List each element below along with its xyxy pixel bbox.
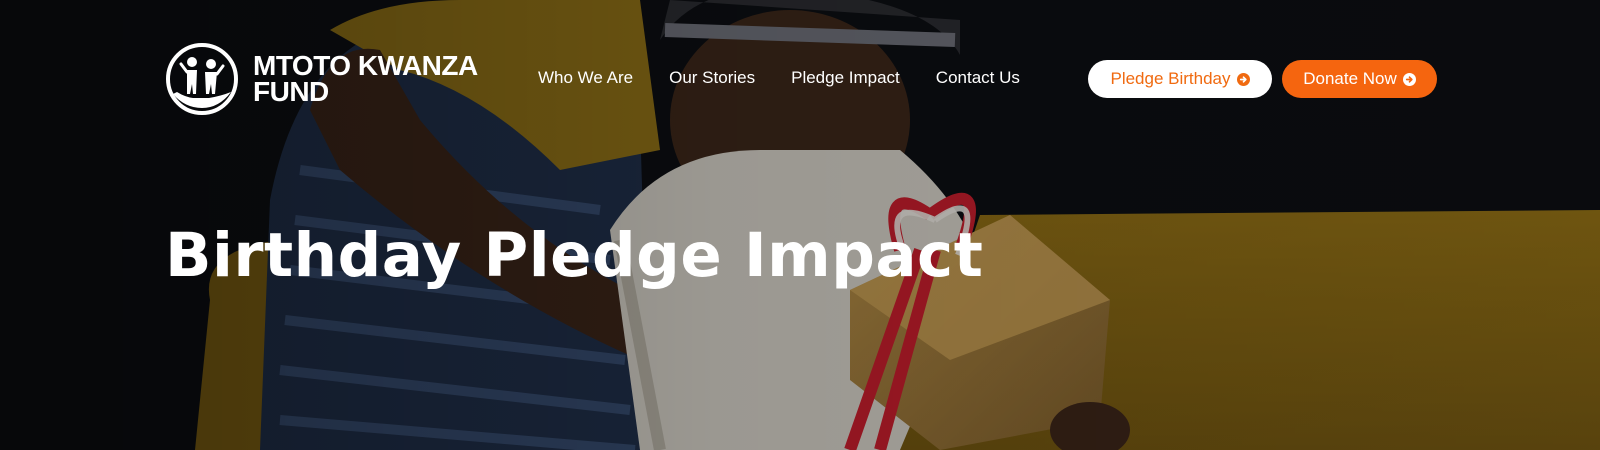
page-title: Birthday Pledge Impact [165, 220, 984, 291]
arrow-right-circle-icon [1402, 72, 1416, 86]
children-in-hand-icon [166, 43, 238, 115]
donate-now-button[interactable]: Donate Now [1282, 60, 1437, 98]
nav-item-our-stories[interactable]: Our Stories [669, 68, 755, 88]
nav-item-contact-us[interactable]: Contact Us [936, 68, 1020, 88]
main-nav: Who We Are Our Stories Pledge Impact Con… [538, 68, 1020, 88]
nav-item-pledge-impact[interactable]: Pledge Impact [791, 68, 900, 88]
pledge-birthday-button[interactable]: Pledge Birthday [1088, 60, 1272, 98]
arrow-right-circle-icon [1236, 72, 1250, 86]
pledge-birthday-label: Pledge Birthday [1110, 69, 1231, 88]
donate-now-label: Donate Now [1303, 69, 1397, 88]
brand-name: MTOTO KWANZA FUND [253, 52, 478, 107]
site-header: MTOTO KWANZA FUND Who We Are Our Stories… [0, 0, 1600, 160]
brand-logo[interactable]: MTOTO KWANZA FUND [165, 42, 478, 116]
brand-name-line2: FUND [253, 76, 329, 107]
nav-item-who-we-are[interactable]: Who We Are [538, 68, 633, 88]
